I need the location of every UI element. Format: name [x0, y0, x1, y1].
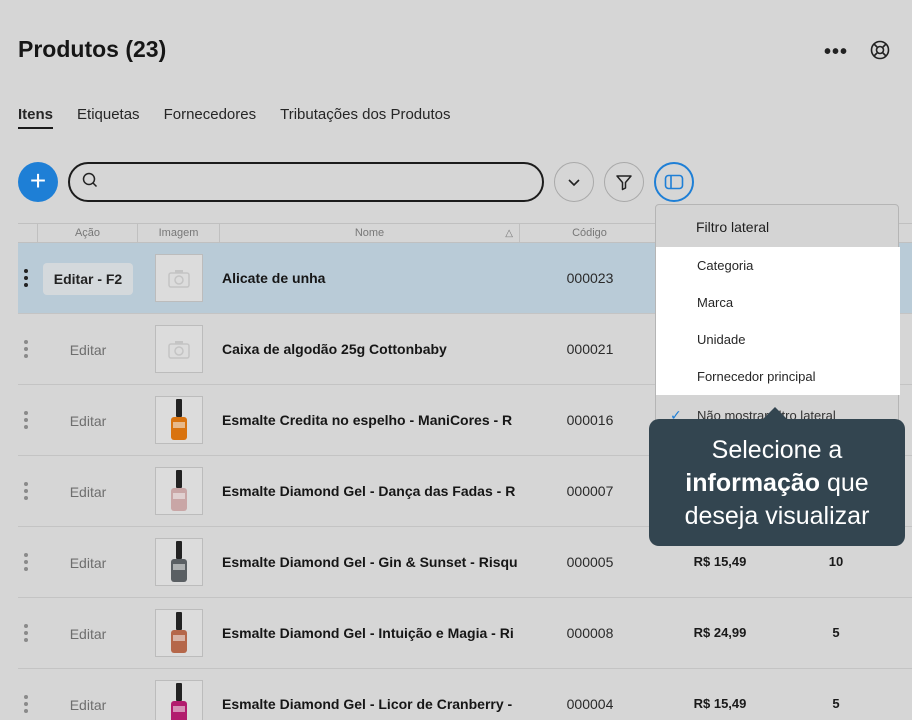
search-icon [82, 172, 98, 193]
product-name: Esmalte Diamond Gel - Licor de Cranberry… [222, 696, 513, 712]
option-marca[interactable]: Marca [656, 284, 900, 321]
product-name: Esmalte Diamond Gel - Gin & Sunset - Ris… [222, 554, 518, 570]
product-image [155, 680, 203, 720]
option-categoria[interactable]: Categoria [656, 247, 900, 284]
row-menu-icon[interactable] [24, 340, 28, 361]
row-menu-icon[interactable] [24, 269, 28, 290]
table-row[interactable]: Editar Esmalte Diamond Gel - Licor de Cra… [18, 669, 912, 720]
guide-tooltip: Selecione a informação que deseja visual… [649, 407, 905, 546]
edit-button[interactable]: Editar [43, 547, 133, 579]
product-name: Esmalte Credita no espelho - ManiCores -… [222, 412, 513, 428]
row-menu-icon[interactable] [24, 695, 28, 716]
product-code: 000008 [566, 625, 614, 641]
edit-button[interactable]: Editar [43, 476, 133, 508]
edit-button[interactable]: Editar [43, 618, 133, 650]
edit-button[interactable]: Editar [43, 689, 133, 720]
tab-etiquetas[interactable]: Etiquetas [77, 106, 140, 129]
toolbar: + [18, 162, 694, 202]
product-code: 000023 [566, 270, 614, 286]
option-unidade[interactable]: Unidade [656, 321, 900, 358]
product-name: Alicate de unha [222, 270, 326, 286]
product-stock: 5 [832, 625, 840, 640]
option-fornecedor-principal[interactable]: Fornecedor principal [656, 358, 900, 395]
dropdown-title: Filtro lateral [696, 219, 770, 235]
sort-asc-icon: △ [505, 228, 513, 239]
chevron-down-icon [568, 179, 580, 187]
product-price: R$ 15,49 [693, 554, 747, 569]
table-row[interactable]: Editar Esmalte Diamond Gel - Intuição e M… [18, 598, 912, 669]
header-imagem: Imagem [137, 224, 219, 243]
expand-button[interactable] [554, 162, 594, 202]
product-code: 000004 [566, 696, 614, 712]
tab-fornecedores[interactable]: Fornecedores [164, 106, 257, 129]
row-menu-icon[interactable] [24, 411, 28, 432]
more-options-icon[interactable]: ••• [824, 41, 848, 64]
search-input[interactable] [68, 162, 544, 202]
header-nome[interactable]: Nome △ [219, 224, 519, 243]
sidebar-panel-icon [664, 174, 684, 190]
header-nome-label: Nome [354, 227, 385, 239]
side-filter-button[interactable] [654, 162, 694, 202]
help-lifebuoy-icon[interactable] [870, 40, 890, 65]
add-product-button[interactable]: + [18, 162, 58, 202]
tooltip-line2-rest: que [820, 469, 869, 497]
header-kebab-col [18, 224, 37, 243]
row-menu-icon[interactable] [24, 482, 28, 503]
product-price: R$ 24,99 [693, 625, 747, 640]
page-title: Produtos (23) [18, 36, 167, 62]
product-name: Esmalte Diamond Gel - Intuição e Magia -… [222, 625, 514, 641]
product-code: 000007 [566, 483, 614, 499]
image-placeholder-icon [155, 325, 203, 373]
product-image [155, 396, 203, 444]
product-image [155, 538, 203, 586]
tab-itens[interactable]: Itens [18, 106, 54, 129]
row-menu-icon[interactable] [24, 553, 28, 574]
product-name: Caixa de algodão 25g Cottonbaby [222, 341, 447, 357]
header-acao: Ação [37, 224, 137, 243]
edit-button[interactable]: Editar - F2 [43, 263, 133, 295]
product-image [155, 467, 203, 515]
edit-button[interactable]: Editar [43, 405, 133, 437]
product-stock: 10 [828, 554, 844, 569]
dropdown-options: Categoria Marca Unidade Fornecedor princ… [656, 247, 900, 395]
tab-tributacoes[interactable]: Tributações dos Produtos [280, 106, 450, 129]
filter-icon [616, 175, 632, 191]
tooltip-line1: Selecione a [711, 436, 843, 464]
row-menu-icon[interactable] [24, 624, 28, 645]
product-code: 000016 [566, 412, 614, 428]
product-code: 000021 [566, 341, 614, 357]
product-code: 000005 [566, 554, 614, 570]
side-filter-dropdown: Filtro lateral Categoria Marca Unidade F… [655, 204, 900, 428]
tooltip-line3: deseja visualizar [684, 502, 870, 530]
product-stock: 5 [832, 696, 840, 711]
edit-button[interactable]: Editar [43, 334, 133, 366]
tooltip-line2: informação que [649, 467, 905, 500]
tooltip-bold: informação [685, 469, 821, 497]
product-name: Esmalte Diamond Gel - Dança das Fadas - … [222, 483, 516, 499]
product-image [155, 609, 203, 657]
top-actions: ••• [824, 40, 890, 65]
product-price: R$ 15,49 [693, 696, 747, 711]
filter-button[interactable] [604, 162, 644, 202]
image-placeholder-icon [155, 254, 203, 302]
tab-bar: Itens Etiquetas Fornecedores Tributações… [18, 106, 451, 129]
header-codigo: Código [519, 224, 659, 243]
